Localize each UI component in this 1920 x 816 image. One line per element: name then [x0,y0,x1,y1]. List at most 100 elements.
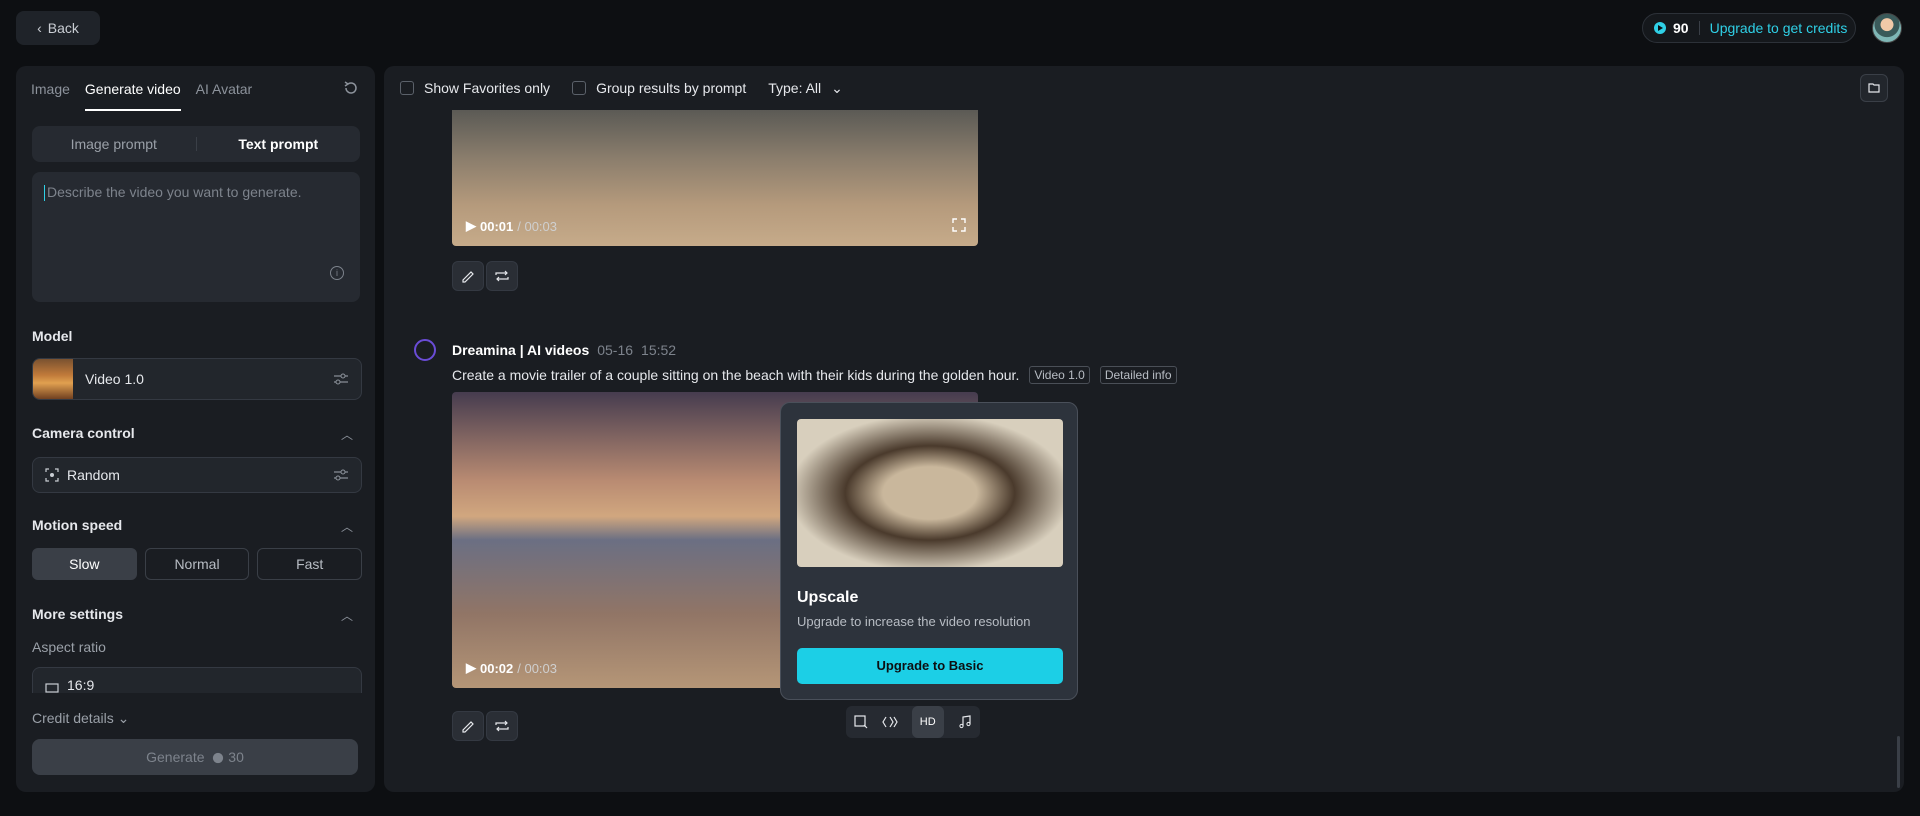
prompt-input[interactable]: Describe the video you want to generate.… [32,172,360,302]
speed-normal-button[interactable]: Normal [144,548,250,580]
favorites-checkbox[interactable] [400,81,414,95]
chevron-down-icon: ⌄ [831,79,843,96]
text-prompt-option[interactable]: Text prompt [197,136,361,152]
generate-cost: 30 [228,749,244,765]
music-note-icon[interactable] [957,714,973,730]
credits-pill[interactable]: 90 Upgrade to get credits [1642,13,1856,43]
favorites-label: Show Favorites only [424,80,551,96]
credit-count: 90 [1673,20,1689,36]
upscale-popover: Upscale Upgrade to increase the video re… [780,402,1078,700]
video-controls: ▶ 00:02 / 00:03 [466,660,557,676]
left-panel: Image Generate video AI Avatar Image pro… [16,66,375,792]
folder-icon [1868,83,1880,93]
ratio-rect-icon [45,683,59,693]
aspect-ratio-selector[interactable]: 16:9 [32,667,362,693]
regenerate-button[interactable] [486,711,518,741]
generate-button[interactable]: Generate 30 [32,739,358,775]
results-panel: Show Favorites only Group results by pro… [384,66,1904,792]
upgrade-to-basic-button[interactable]: Upgrade to Basic [797,648,1063,684]
settings-sliders-icon[interactable] [333,468,349,482]
chevron-up-icon[interactable]: ︿ [341,426,353,443]
repeat-icon [495,270,509,282]
group-filter[interactable]: Group results by prompt [572,80,746,96]
credit-details-label: Credit details [32,710,114,726]
repeat-icon [495,720,509,732]
generation-time: 15:52 [641,342,677,358]
model-thumbnail [33,359,73,399]
speed-slow-button[interactable]: Slow [32,548,137,580]
pencil-icon [462,271,474,283]
model-selector[interactable]: Video 1.0 [32,358,362,400]
video-controls: ▶ 00:01 / 00:03 [466,218,557,234]
type-dropdown[interactable]: Type: All ⌄ [768,80,843,97]
generator-name: Dreamina | AI videos [452,342,590,358]
video-action-toolbar: HD [846,706,980,738]
upscale-description: Upgrade to increase the video resolution [797,614,1031,629]
motion-speed-options: Slow Normal Fast [32,548,363,580]
interpolate-icon[interactable] [882,714,898,730]
model-value: Video 1.0 [85,371,144,387]
aspect-ratio-value: 16:9 [67,677,95,693]
more-settings-label: More settings [32,606,124,622]
reset-icon[interactable] [343,80,359,96]
credit-details-link[interactable]: Credit details ⌄ [32,710,129,727]
top-bar: ‹ Back 90 Upgrade to get credits [0,0,1920,58]
type-label: Type: All [768,80,822,96]
current-time: 00:02 [480,660,514,676]
text-caret [44,185,45,202]
image-prompt-option[interactable]: Image prompt [32,136,196,152]
extend-icon[interactable] [853,714,869,730]
camera-control-label: Camera control [32,425,135,441]
regenerate-button[interactable] [486,261,518,291]
aspect-ratio-label: Aspect ratio [32,639,106,655]
generation-prompt: Create a movie trailer of a couple sitti… [452,366,1177,384]
model-label: Model [32,328,73,344]
folder-button[interactable] [1860,74,1888,102]
total-time: / 00:03 [517,218,558,234]
info-icon[interactable]: i [330,266,344,280]
prompt-placeholder: Describe the video you want to generate. [47,184,302,200]
chevron-up-icon[interactable]: ︿ [341,607,353,624]
chevron-down-icon: ⌄ [117,710,130,726]
group-checkbox[interactable] [572,81,587,95]
total-time: / 00:03 [517,660,558,676]
detailed-info-tag[interactable]: Detailed info [1099,366,1177,384]
generate-label: Generate [146,749,205,765]
generation-date: 05-16 [597,342,634,358]
edit-button[interactable] [452,711,484,741]
video-player-1[interactable]: ▶ 00:01 / 00:03 [452,110,978,246]
scrollbar[interactable] [1897,736,1900,788]
divider [1698,21,1700,35]
current-time: 00:01 [480,218,514,234]
generation-header: Dreamina | AI videos 05-16 15:52 [452,342,676,358]
upscale-preview-image [797,419,1063,567]
fullscreen-icon[interactable] [952,218,966,232]
generation-tabs: Image Generate video AI Avatar [16,66,375,111]
back-label: Back [47,20,79,36]
chevron-left-icon: ‹ [37,20,42,36]
play-icon[interactable]: ▶ [466,660,476,676]
avatar[interactable] [1872,13,1902,43]
favorites-filter[interactable]: Show Favorites only [400,80,550,96]
upscale-title: Upscale [797,589,859,606]
filter-bar: Show Favorites only Group results by pro… [384,66,1904,110]
motion-speed-label: Motion speed [32,517,123,533]
pencil-icon [462,721,474,733]
chevron-up-icon[interactable]: ︿ [341,518,353,535]
model-tag: Video 1.0 [1029,366,1090,384]
speed-fast-button[interactable]: Fast [257,548,363,580]
credit-coin-icon [213,753,224,764]
camera-control-selector[interactable]: Random [32,457,362,493]
camera-control-value: Random [67,467,120,483]
hd-upscale-button[interactable]: HD [911,706,944,738]
upgrade-credits-link[interactable]: Upgrade to get credits [1710,20,1848,36]
back-button[interactable]: ‹ Back [16,11,100,45]
credit-coin-icon [1654,22,1666,34]
group-label: Group results by prompt [596,80,747,96]
tab-ai-avatar[interactable]: AI Avatar [196,81,253,111]
edit-button[interactable] [452,261,484,291]
play-icon[interactable]: ▶ [466,218,476,234]
settings-sliders-icon[interactable] [333,372,349,386]
tab-image[interactable]: Image [31,81,70,111]
tab-generate-video[interactable]: Generate video [84,81,181,111]
